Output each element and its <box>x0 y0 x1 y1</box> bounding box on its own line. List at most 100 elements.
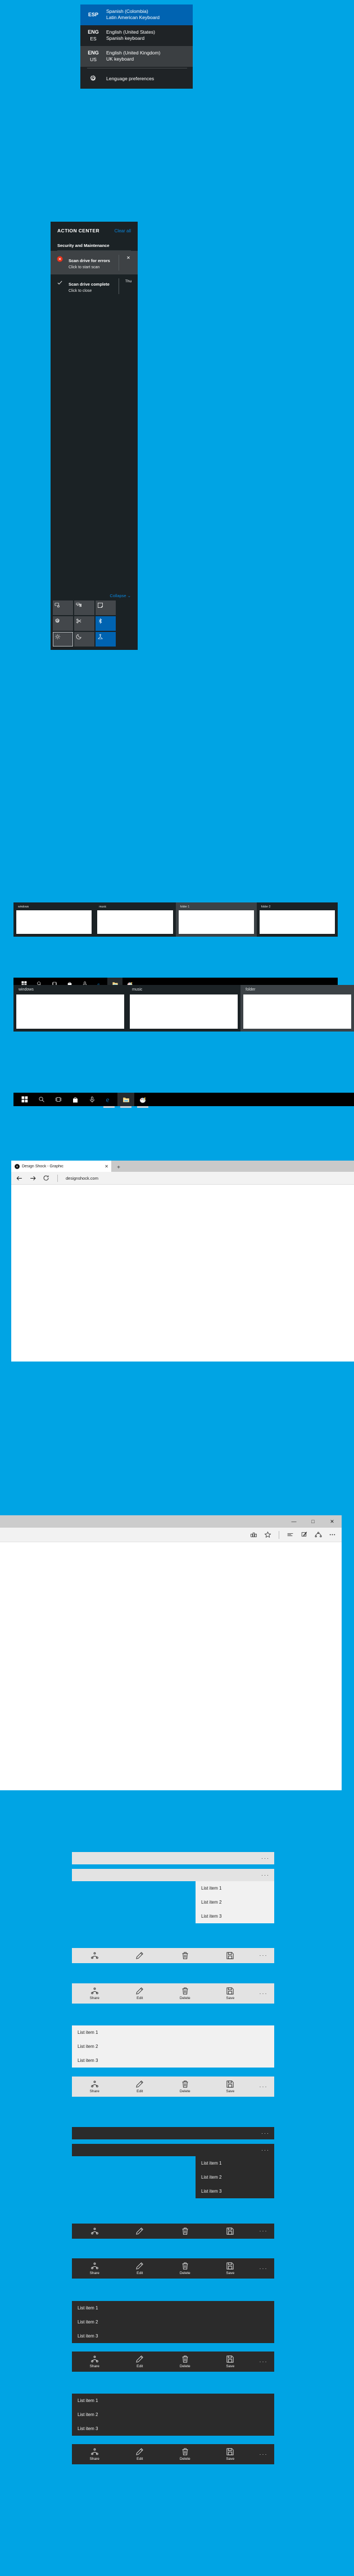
task-card-music[interactable]: music <box>127 985 240 1032</box>
command-delete[interactable]: Delete <box>162 1983 208 2004</box>
hub-icon[interactable] <box>283 1528 297 1542</box>
task-card-thumbnail[interactable] <box>259 910 335 934</box>
new-tab-button[interactable]: + <box>111 1165 126 1172</box>
command-more[interactable]: ··· <box>253 2225 274 2237</box>
command-more[interactable]: ··· <box>253 2263 274 2275</box>
command-more[interactable]: ··· <box>253 1988 274 2000</box>
language-item-eng-uk[interactable]: ENG US English (United Kingdom) UK keybo… <box>80 45 193 67</box>
command-share[interactable] <box>72 2224 117 2239</box>
quick-action-note[interactable] <box>96 600 116 615</box>
close-icon[interactable]: ✕ <box>119 255 138 271</box>
store-icon[interactable] <box>67 1093 84 1106</box>
flyout-item[interactable]: List item 2 <box>196 1895 274 1909</box>
language-preferences-item[interactable]: Lenguage preferences <box>80 70 193 89</box>
quick-action-brightness[interactable] <box>53 631 73 647</box>
flyout-item[interactable]: List item 1 <box>196 2156 274 2170</box>
command-delete[interactable]: Delete <box>162 2352 208 2372</box>
command-save[interactable]: Save <box>208 2352 253 2372</box>
task-card-thumbnail[interactable] <box>16 994 124 1029</box>
command-save[interactable]: Save <box>208 2258 253 2279</box>
clear-all-link[interactable]: Clear all <box>115 228 131 233</box>
command-share[interactable] <box>72 1948 117 1963</box>
command-delete[interactable]: Delete <box>162 2077 208 2097</box>
command-share[interactable]: Share <box>72 1983 117 2004</box>
command-edit[interactable] <box>117 1948 163 1963</box>
quick-action-location[interactable] <box>96 631 116 647</box>
task-card-folder[interactable]: folder <box>240 985 354 1032</box>
list-item[interactable]: List item 1 <box>72 2301 274 2315</box>
address-bar[interactable]: designshock.com <box>66 1176 98 1181</box>
notification-item[interactable]: Scan drive for errors Click to start sca… <box>51 251 138 274</box>
command-edit[interactable]: Edit <box>117 2077 163 2097</box>
web-note-icon[interactable] <box>297 1528 311 1542</box>
command-more[interactable]: ··· <box>253 1950 274 1961</box>
list-item[interactable]: List item 2 <box>72 2408 274 2422</box>
quick-action-tablet-mode[interactable] <box>53 600 73 615</box>
list-item[interactable]: List item 3 <box>72 2329 274 2343</box>
start-icon[interactable] <box>16 1093 33 1106</box>
file-explorer-icon[interactable] <box>117 1093 134 1108</box>
refresh-icon[interactable] <box>43 1175 49 1181</box>
command-share[interactable]: Share <box>72 2352 117 2372</box>
flyout-item[interactable]: List item 1 <box>196 1881 274 1895</box>
flyout-item[interactable]: List item 3 <box>196 2184 274 2198</box>
command-edit[interactable]: Edit <box>117 2352 163 2372</box>
close-icon[interactable]: ✕ <box>105 1164 108 1169</box>
flyout-item[interactable]: List item 3 <box>196 1909 274 1923</box>
task-card-windows[interactable]: windows <box>13 902 94 937</box>
command-edit[interactable]: Edit <box>117 2444 163 2464</box>
quick-action-quiet-hours[interactable] <box>74 631 94 647</box>
forward-arrow-icon[interactable] <box>29 1175 37 1182</box>
language-item-esp[interactable]: ESP Spanish (Colombia) Latin American Ke… <box>80 4 193 25</box>
quick-action-connect[interactable] <box>74 600 94 615</box>
list-item[interactable]: List item 1 <box>72 2025 274 2039</box>
task-card-thumbnail[interactable] <box>97 910 173 934</box>
command-delete[interactable]: Delete <box>162 2444 208 2464</box>
app-bar-dark[interactable]: ··· <box>72 2127 274 2139</box>
quick-action-bluetooth[interactable] <box>96 616 116 631</box>
flyout-item[interactable]: List item 2 <box>196 2170 274 2184</box>
command-more[interactable]: ··· <box>253 2356 274 2368</box>
cortana-mic-icon[interactable] <box>84 1093 101 1106</box>
command-edit[interactable]: Edit <box>117 2258 163 2279</box>
share-icon[interactable] <box>311 1528 325 1542</box>
command-edit[interactable] <box>117 2224 163 2239</box>
app-bar-light[interactable]: ··· <box>72 1852 274 1864</box>
language-item-eng-us[interactable]: ENG ES English (United States) Spanish k… <box>80 25 193 46</box>
task-card-windows[interactable]: windows <box>13 985 127 1032</box>
minimize-button[interactable]: — <box>284 1515 303 1528</box>
more-icon[interactable]: ··· <box>261 2130 270 2136</box>
task-card-thumbnail[interactable] <box>130 994 238 1029</box>
more-icon[interactable] <box>325 1528 339 1542</box>
maximize-button[interactable]: □ <box>303 1515 323 1528</box>
notification-item[interactable]: Scan drive complete Click to close Thu <box>51 274 138 298</box>
command-delete[interactable] <box>162 2224 208 2239</box>
back-arrow-icon[interactable] <box>16 1175 23 1182</box>
task-card-music[interactable]: music <box>94 902 175 937</box>
edge-icon[interactable]: e <box>101 1093 117 1108</box>
paint-icon[interactable] <box>134 1093 151 1108</box>
task-card-folder-1[interactable]: folder 1 <box>175 902 257 937</box>
task-card-thumbnail[interactable] <box>16 910 92 934</box>
close-button[interactable]: ✕ <box>323 1515 342 1528</box>
list-item[interactable]: List item 3 <box>72 2422 274 2436</box>
app-bar-dark-expanded[interactable]: ··· <box>72 2144 274 2156</box>
task-card-folder-2[interactable]: folder 2 <box>257 902 338 937</box>
command-save[interactable]: Save <box>208 2077 253 2097</box>
task-view-icon[interactable] <box>50 1093 67 1106</box>
browser-tab[interactable]: Design Shock - Graphic ✕ <box>11 1161 111 1172</box>
reading-view-icon[interactable] <box>247 1528 261 1542</box>
command-more[interactable]: ··· <box>253 2449 274 2460</box>
command-save[interactable] <box>208 1948 253 1963</box>
search-icon[interactable] <box>33 1093 50 1106</box>
command-share[interactable]: Share <box>72 2258 117 2279</box>
command-share[interactable]: Share <box>72 2444 117 2464</box>
command-save[interactable]: Save <box>208 2444 253 2464</box>
list-item[interactable]: List item 2 <box>72 2039 274 2054</box>
quick-action-all-settings[interactable] <box>53 616 73 631</box>
favorites-star-icon[interactable] <box>261 1528 275 1542</box>
task-card-thumbnail[interactable] <box>178 910 254 934</box>
command-share[interactable]: Share <box>72 2077 117 2097</box>
command-delete[interactable] <box>162 1948 208 1963</box>
list-item[interactable]: List item 2 <box>72 2315 274 2329</box>
